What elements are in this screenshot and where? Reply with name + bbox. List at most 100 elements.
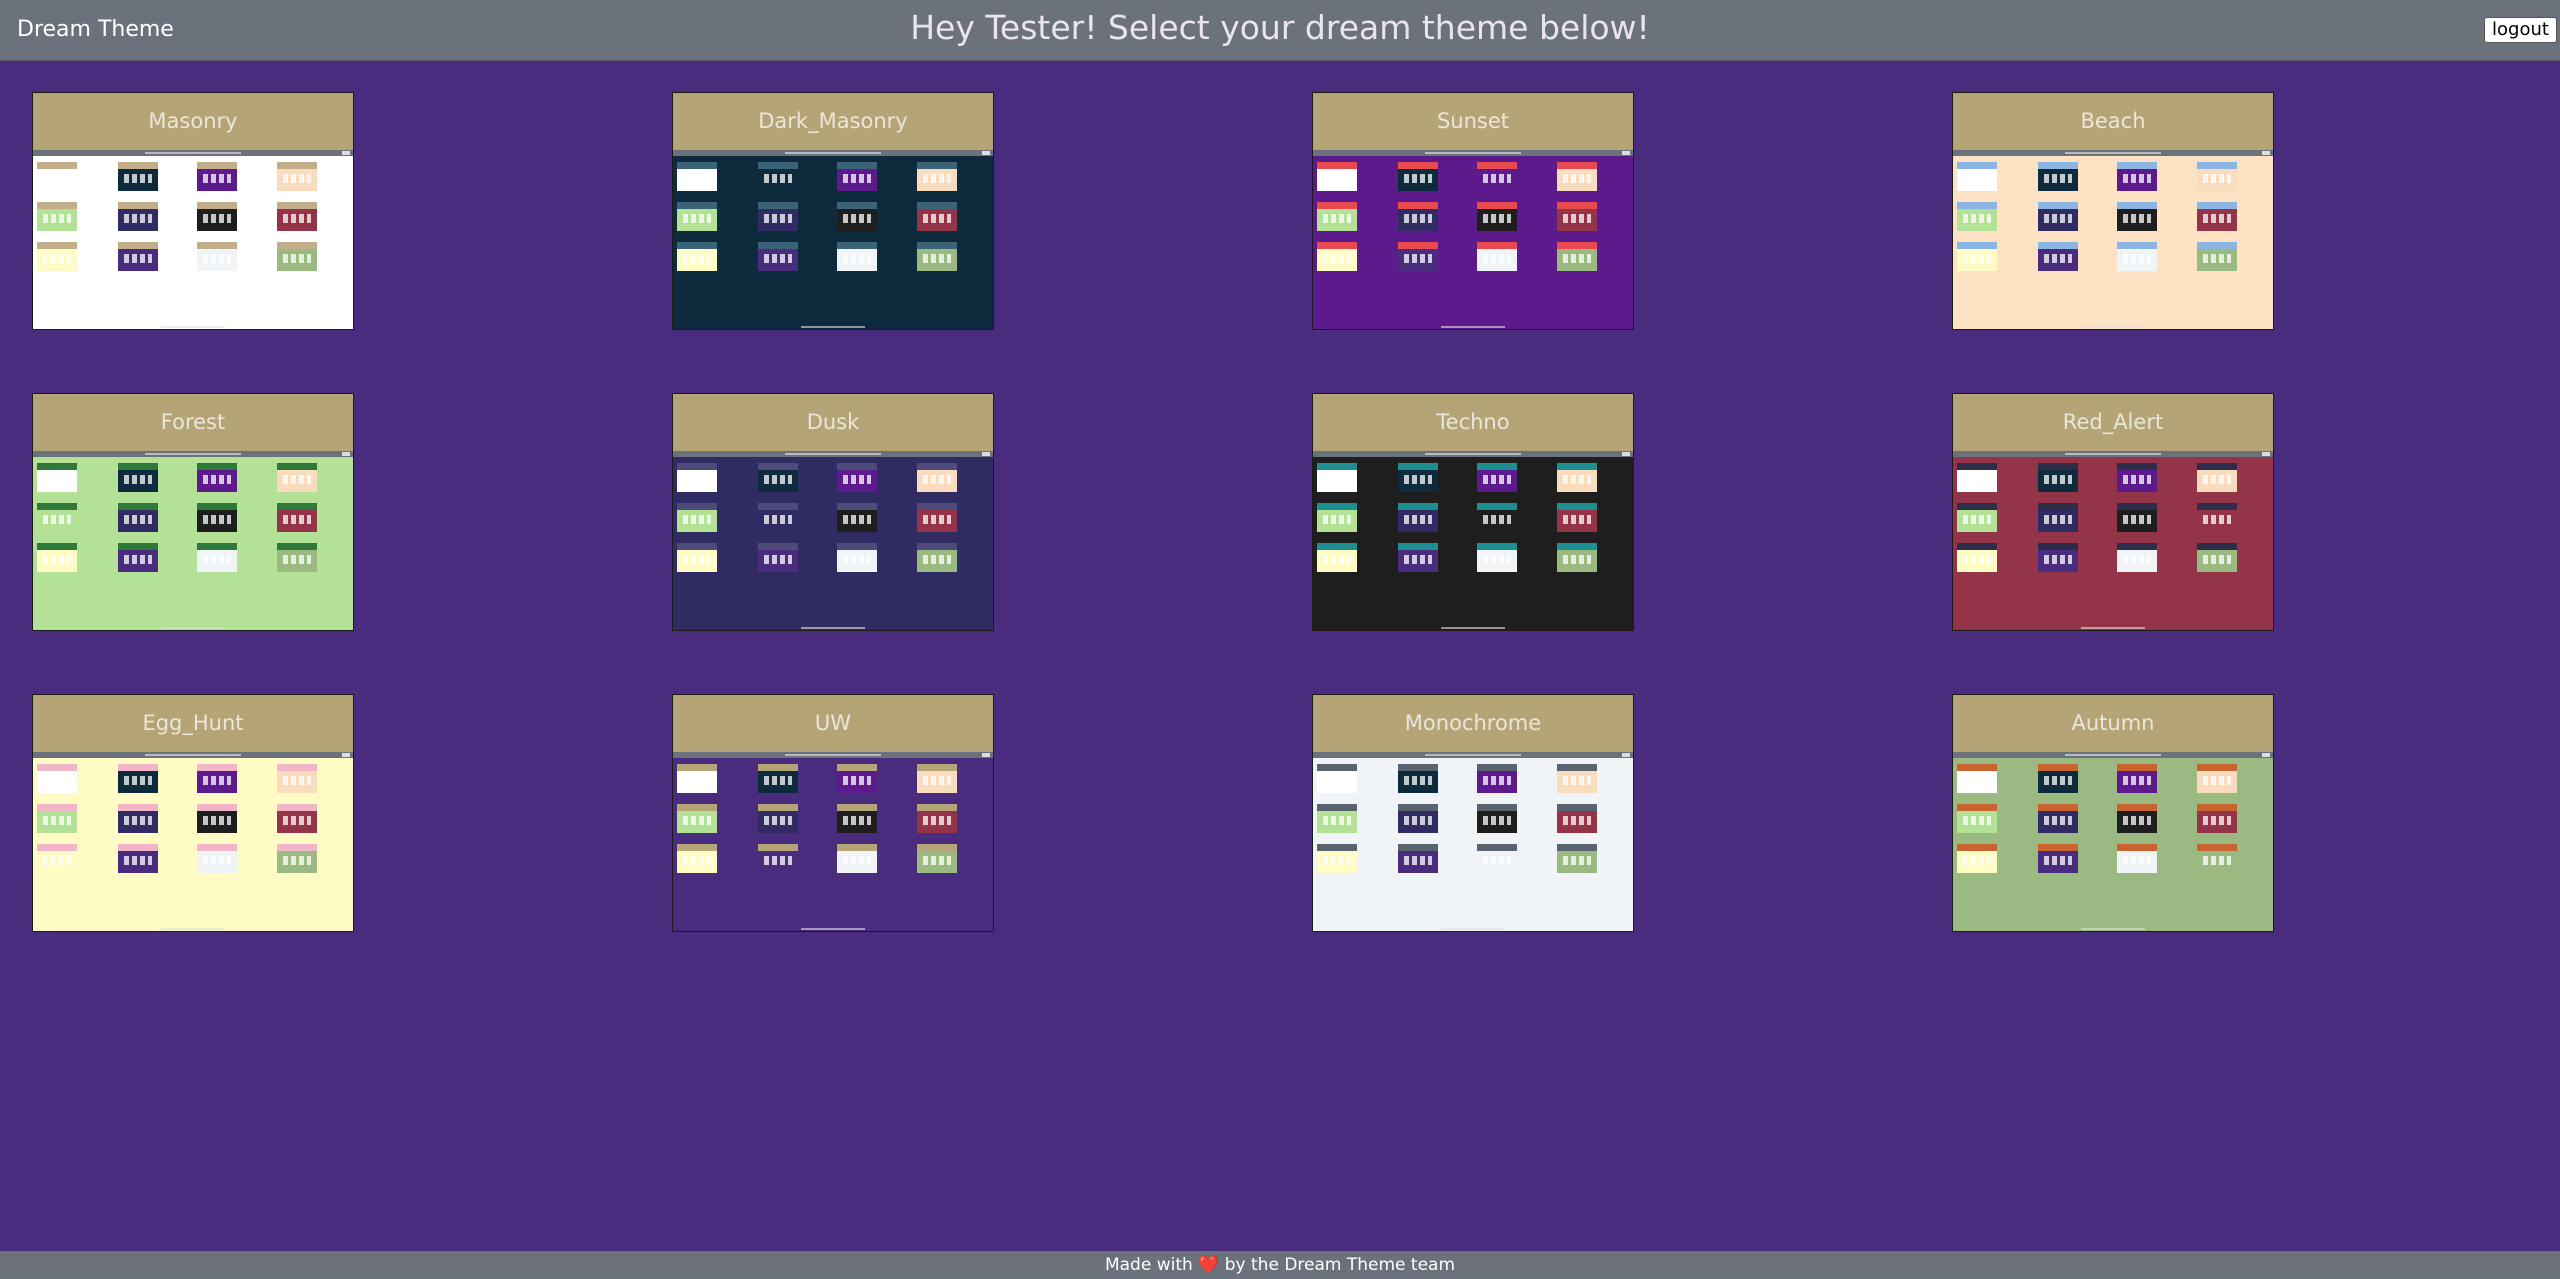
- theme-preview: [33, 752, 353, 931]
- preview-mini-card: [677, 503, 717, 532]
- logout-button[interactable]: logout: [2484, 17, 2557, 43]
- preview-mini-card: [2038, 764, 2078, 793]
- theme-preview: [1953, 150, 2273, 329]
- preview-footer: [2081, 627, 2145, 629]
- preview-mini-card: [2197, 463, 2237, 492]
- preview-mini-card: [37, 503, 77, 532]
- preview-mini-card: [1317, 463, 1357, 492]
- theme-card[interactable]: UW: [672, 694, 994, 932]
- preview-mini-card: [197, 463, 237, 492]
- theme-card-title: Dusk: [806, 410, 860, 434]
- preview-mini-card: [2038, 162, 2078, 191]
- preview-footer: [2081, 326, 2145, 328]
- preview-mini-card: [917, 543, 957, 572]
- theme-card[interactable]: Dusk: [672, 393, 994, 631]
- preview-mini-card: [677, 463, 717, 492]
- theme-card-title: Forest: [160, 410, 226, 434]
- preview-mini-card: [1477, 804, 1517, 833]
- preview-mini-card: [837, 242, 877, 271]
- theme-card[interactable]: Masonry: [32, 92, 354, 330]
- theme-card[interactable]: Techno: [1312, 393, 1634, 631]
- preview-mini-card: [2038, 543, 2078, 572]
- preview-mini-card: [2197, 162, 2237, 191]
- preview-mini-card: [197, 242, 237, 271]
- theme-preview: [1313, 752, 1633, 931]
- preview-mini-card: [118, 844, 158, 873]
- preview-mini-card: [2038, 804, 2078, 833]
- theme-preview: [1313, 451, 1633, 630]
- preview-mini-card: [2197, 242, 2237, 271]
- preview-title: [2065, 453, 2161, 455]
- preview-mini-card: [837, 844, 877, 873]
- theme-card[interactable]: Red_Alert: [1952, 393, 2274, 631]
- preview-mini-card: [1317, 543, 1357, 572]
- preview-mini-card: [1477, 242, 1517, 271]
- preview-mini-card: [1317, 503, 1357, 532]
- preview-mini-card: [758, 242, 798, 271]
- theme-card[interactable]: Autumn: [1952, 694, 2274, 932]
- preview-mini-card: [1557, 463, 1597, 492]
- theme-card[interactable]: Beach: [1952, 92, 2274, 330]
- preview-mini-card: [1398, 804, 1438, 833]
- preview-mini-card: [197, 503, 237, 532]
- footer-text-before: Made with: [1104, 1255, 1193, 1275]
- preview-mini-card: [1557, 543, 1597, 572]
- preview-mini-card: [1398, 764, 1438, 793]
- preview-mini-card: [677, 242, 717, 271]
- theme-preview: [1953, 451, 2273, 630]
- top-navbar: Dream Theme Hey Tester! Select your drea…: [0, 0, 2560, 61]
- theme-card-title: Red_Alert: [2062, 410, 2164, 434]
- preview-footer: [1441, 928, 1505, 930]
- preview-mini-card: [197, 543, 237, 572]
- preview-mini-card: [1557, 162, 1597, 191]
- theme-card[interactable]: Sunset: [1312, 92, 1634, 330]
- preview-mini-card: [917, 162, 957, 191]
- preview-footer: [801, 928, 865, 930]
- preview-mini-card: [837, 764, 877, 793]
- theme-card[interactable]: Monochrome: [1312, 694, 1634, 932]
- theme-preview: [1313, 150, 1633, 329]
- theme-card[interactable]: Egg_Hunt: [32, 694, 354, 932]
- preview-mini-card: [837, 162, 877, 191]
- preview-mini-card: [1477, 202, 1517, 231]
- preview-mini-card: [758, 503, 798, 532]
- preview-mini-card: [2117, 463, 2157, 492]
- preview-mini-card: [277, 543, 317, 572]
- preview-mini-card: [277, 202, 317, 231]
- preview-footer: [161, 326, 225, 328]
- preview-mini-card: [1557, 202, 1597, 231]
- preview-title: [785, 754, 881, 756]
- preview-mini-card: [197, 162, 237, 191]
- preview-mini-card: [1477, 463, 1517, 492]
- theme-preview: [673, 451, 993, 630]
- preview-mini-card: [2117, 202, 2157, 231]
- preview-mini-card: [1317, 202, 1357, 231]
- theme-card[interactable]: Dark_Masonry: [672, 92, 994, 330]
- preview-mini-card: [197, 764, 237, 793]
- preview-mini-card: [2117, 764, 2157, 793]
- preview-mini-card: [1957, 804, 1997, 833]
- preview-mini-card: [37, 162, 77, 191]
- theme-preview: [33, 451, 353, 630]
- theme-card[interactable]: Forest: [32, 393, 354, 631]
- preview-mini-card: [37, 804, 77, 833]
- preview-mini-card: [37, 543, 77, 572]
- preview-mini-card: [837, 503, 877, 532]
- preview-mini-card: [2197, 764, 2237, 793]
- preview-footer: [801, 326, 865, 328]
- preview-mini-card: [118, 543, 158, 572]
- preview-mini-card: [1317, 764, 1357, 793]
- theme-card-title: Autumn: [2071, 711, 2155, 735]
- preview-mini-card: [277, 162, 317, 191]
- preview-mini-card: [917, 844, 957, 873]
- preview-mini-card: [1957, 844, 1997, 873]
- preview-mini-card: [197, 804, 237, 833]
- preview-title: [785, 152, 881, 154]
- preview-mini-card: [1957, 162, 1997, 191]
- preview-mini-card: [37, 202, 77, 231]
- theme-card-title: Dark_Masonry: [758, 109, 908, 133]
- preview-mini-card: [277, 844, 317, 873]
- theme-preview: [1953, 752, 2273, 931]
- preview-mini-card: [758, 162, 798, 191]
- preview-mini-card: [1957, 463, 1997, 492]
